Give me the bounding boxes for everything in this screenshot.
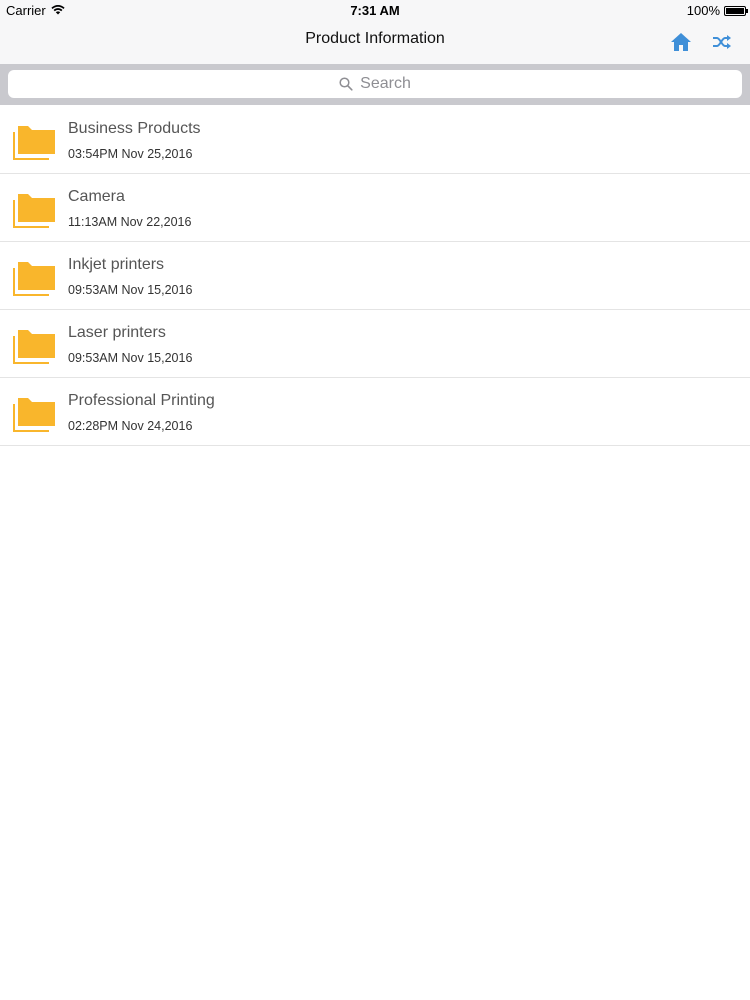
- navigation-bar: Product Information: [0, 20, 750, 64]
- folder-name: Business Products: [68, 120, 201, 137]
- page-title: Product Information: [305, 30, 445, 47]
- folder-icon: [13, 330, 55, 364]
- list-item[interactable]: Professional Printing 02:28PM Nov 24,201…: [0, 378, 750, 446]
- folder-date: 02:28PM Nov 24,2016: [68, 419, 193, 433]
- list-item[interactable]: Inkjet printers 09:53AM Nov 15,2016: [0, 242, 750, 310]
- home-button[interactable]: [670, 31, 692, 53]
- shuffle-icon: [713, 35, 731, 49]
- search-input[interactable]: Search: [8, 70, 742, 98]
- shuffle-button[interactable]: [711, 31, 733, 53]
- battery-percent: 100%: [686, 3, 720, 18]
- home-icon: [671, 33, 691, 51]
- status-bar: Carrier 7:31 AM 100%: [0, 0, 750, 20]
- search-icon: [339, 77, 353, 91]
- status-battery-group: 100%: [686, 3, 748, 18]
- search-bar-container: Search: [0, 64, 750, 105]
- folder-icon: [13, 398, 55, 432]
- folder-date: 11:13AM Nov 22,2016: [68, 215, 192, 229]
- battery-icon: [724, 5, 748, 16]
- folder-date: 09:53AM Nov 15,2016: [68, 283, 193, 297]
- list-item[interactable]: Business Products 03:54PM Nov 25,2016: [0, 106, 750, 174]
- folder-icon: [13, 262, 55, 296]
- folder-name: Laser printers: [68, 324, 166, 341]
- list-item[interactable]: Camera 11:13AM Nov 22,2016: [0, 174, 750, 242]
- search-placeholder: Search: [360, 75, 411, 92]
- status-time: 7:31 AM: [350, 3, 400, 18]
- folder-name: Inkjet printers: [68, 256, 165, 273]
- folder-name: Camera: [68, 188, 125, 205]
- folder-date: 09:53AM Nov 15,2016: [68, 351, 193, 365]
- folder-date: 03:54PM Nov 25,2016: [68, 147, 193, 161]
- folder-icon: [13, 126, 55, 160]
- folder-icon: [13, 194, 55, 228]
- folder-name: Professional Printing: [68, 392, 215, 409]
- list-item[interactable]: Laser printers 09:53AM Nov 15,2016: [0, 310, 750, 378]
- folder-list: Business Products 03:54PM Nov 25,2016 Ca…: [0, 106, 750, 446]
